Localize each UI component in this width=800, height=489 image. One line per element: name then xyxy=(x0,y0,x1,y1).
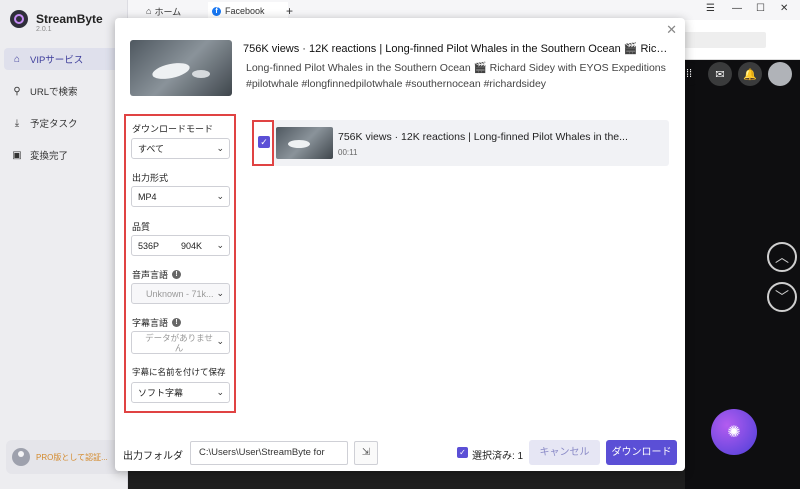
download-mode-value: すべて xyxy=(138,144,165,154)
menu-icon[interactable]: ☰ xyxy=(706,3,715,14)
download-options-panel: ダウンロードモード すべて ⌄ 出力形式 MP4 ⌄ 品質 536P 904K … xyxy=(124,114,236,413)
search-icon: ⚲ xyxy=(13,85,21,97)
item-title: 756K views · 12K reactions | Long-finned… xyxy=(338,131,628,143)
browse-folder-icon[interactable]: ⇲ xyxy=(354,441,378,465)
info-icon[interactable]: ! xyxy=(172,270,182,279)
subtitle-language-text: 字幕言語 xyxy=(132,318,169,328)
streambyte-logo-icon xyxy=(10,10,28,28)
sidebar: StreamByte 2.0.1 ⌂ VIPサービス ⚲ URLで検索 ⤓ 予定… xyxy=(0,0,128,489)
quality-label: 品質 xyxy=(132,222,151,232)
video-title: 756K views · 12K reactions | Long-finned… xyxy=(243,43,673,55)
scroll-down-icon[interactable]: ﹀ xyxy=(767,282,797,312)
sidebar-item-converted[interactable]: ▣ 変換完了 xyxy=(4,144,124,166)
quality-size: 904K xyxy=(181,240,203,251)
chevron-down-icon: ⌄ xyxy=(216,288,224,298)
sidebar-item-label: 予定タスク xyxy=(30,119,78,130)
save-subtitle-label: 字幕に名前を付けて保存 xyxy=(132,367,226,377)
sidebar-item-label: VIPサービス xyxy=(30,55,84,66)
brand-version: 2.0.1 xyxy=(36,26,52,33)
tab-label: ホーム xyxy=(154,6,182,17)
sidebar-item-scheduled[interactable]: ⤓ 予定タスク xyxy=(4,112,124,134)
download-dialog: ✕ 756K views · 12K reactions | Long-finn… xyxy=(115,18,685,471)
save-subtitle-select[interactable]: ソフト字幕 ⌄ xyxy=(131,382,230,403)
sidebar-item-url-search[interactable]: ⚲ URLで検索 xyxy=(4,80,124,102)
item-thumbnail xyxy=(276,127,333,159)
browser-tabbar: ⌂ ホーム f Facebook + ☰ — ☐ ✕ xyxy=(128,0,800,20)
profile-avatar[interactable] xyxy=(768,62,792,86)
audio-language-label: 音声言語 ! xyxy=(132,268,182,281)
messenger-icon[interactable]: ✉ xyxy=(708,62,732,86)
facebook-icon: f xyxy=(212,6,221,16)
download-button[interactable]: ダウンロード xyxy=(606,440,677,465)
download-mode-label: ダウンロードモード xyxy=(132,124,214,134)
home-icon: ⌂ xyxy=(13,53,21,65)
audio-language-text: 音声言語 xyxy=(132,270,169,280)
chevron-down-icon: ⌄ xyxy=(216,336,224,346)
sidebar-item-vip[interactable]: ⌂ VIPサービス xyxy=(4,48,124,70)
scroll-up-icon[interactable]: ︿ xyxy=(767,242,797,272)
download-icon: ⤓ xyxy=(14,117,20,129)
audio-language-value: Unknown - 71k... xyxy=(146,288,214,299)
info-icon[interactable]: ! xyxy=(172,318,182,327)
chevron-down-icon: ⌄ xyxy=(216,143,224,153)
close-icon[interactable]: ✕ xyxy=(666,22,677,38)
loading-spinner-icon: ✺ xyxy=(711,409,757,455)
inbox-icon: ▣ xyxy=(12,149,22,161)
brand: StreamByte 2.0.1 xyxy=(10,10,103,33)
chevron-down-icon: ⌄ xyxy=(216,387,224,397)
selected-count: 選択済み: 1 xyxy=(472,451,524,462)
output-folder-input[interactable]: C:\Users\User\StreamByte for xyxy=(190,441,348,465)
sidebar-item-label: 変換完了 xyxy=(30,151,69,162)
chevron-down-icon: ⌄ xyxy=(216,240,224,250)
download-mode-select[interactable]: すべて ⌄ xyxy=(131,138,230,159)
save-subtitle-value: ソフト字幕 xyxy=(138,388,184,398)
quality-select[interactable]: 536P 904K ⌄ xyxy=(131,235,230,256)
output-folder-label: 出力フォルダ xyxy=(123,451,183,462)
item-checkbox[interactable]: ✓ xyxy=(258,136,270,148)
cancel-button[interactable]: キャンセル xyxy=(529,440,600,465)
sidebar-item-label: URLで検索 xyxy=(30,87,78,98)
facebook-page: ⁞⁞ ✉ 🔔 ︿ ﹀ ✺ xyxy=(677,60,800,489)
video-description: Long-finned Pilot Whales in the Southern… xyxy=(246,62,666,90)
chevron-down-icon: ⌄ xyxy=(216,191,224,201)
subtitle-language-value: データがありません xyxy=(145,332,213,353)
video-thumbnail xyxy=(130,40,232,96)
subtitle-language-select[interactable]: データがありません ⌄ xyxy=(131,331,230,354)
minimize-icon[interactable]: — xyxy=(732,3,742,14)
item-duration: 00:11 xyxy=(338,148,358,157)
sidebar-nav: ⌂ VIPサービス ⚲ URLで検索 ⤓ 予定タスク ▣ 変換完了 xyxy=(0,48,128,176)
format-select[interactable]: MP4 ⌄ xyxy=(131,186,230,207)
maximize-icon[interactable]: ☐ xyxy=(756,3,765,14)
pro-activation[interactable]: PRO版として認証... xyxy=(6,440,122,474)
close-window-icon[interactable]: ✕ xyxy=(780,3,788,14)
notifications-icon[interactable]: 🔔 xyxy=(738,62,762,86)
audio-language-select[interactable]: Unknown - 71k... ⌄ xyxy=(131,283,230,304)
pro-text: PRO版として認証... xyxy=(36,452,108,462)
avatar xyxy=(12,448,30,466)
tab-label: Facebook xyxy=(225,6,265,16)
subtitle-language-label: 字幕言語 ! xyxy=(132,316,182,329)
home-icon: ⌂ xyxy=(146,6,152,16)
select-all-checkbox[interactable]: ✓ xyxy=(457,447,468,458)
quality-resolution: 536P xyxy=(138,240,160,251)
format-label: 出力形式 xyxy=(132,173,169,183)
brand-name: StreamByte xyxy=(36,12,103,26)
format-value: MP4 xyxy=(138,191,157,202)
